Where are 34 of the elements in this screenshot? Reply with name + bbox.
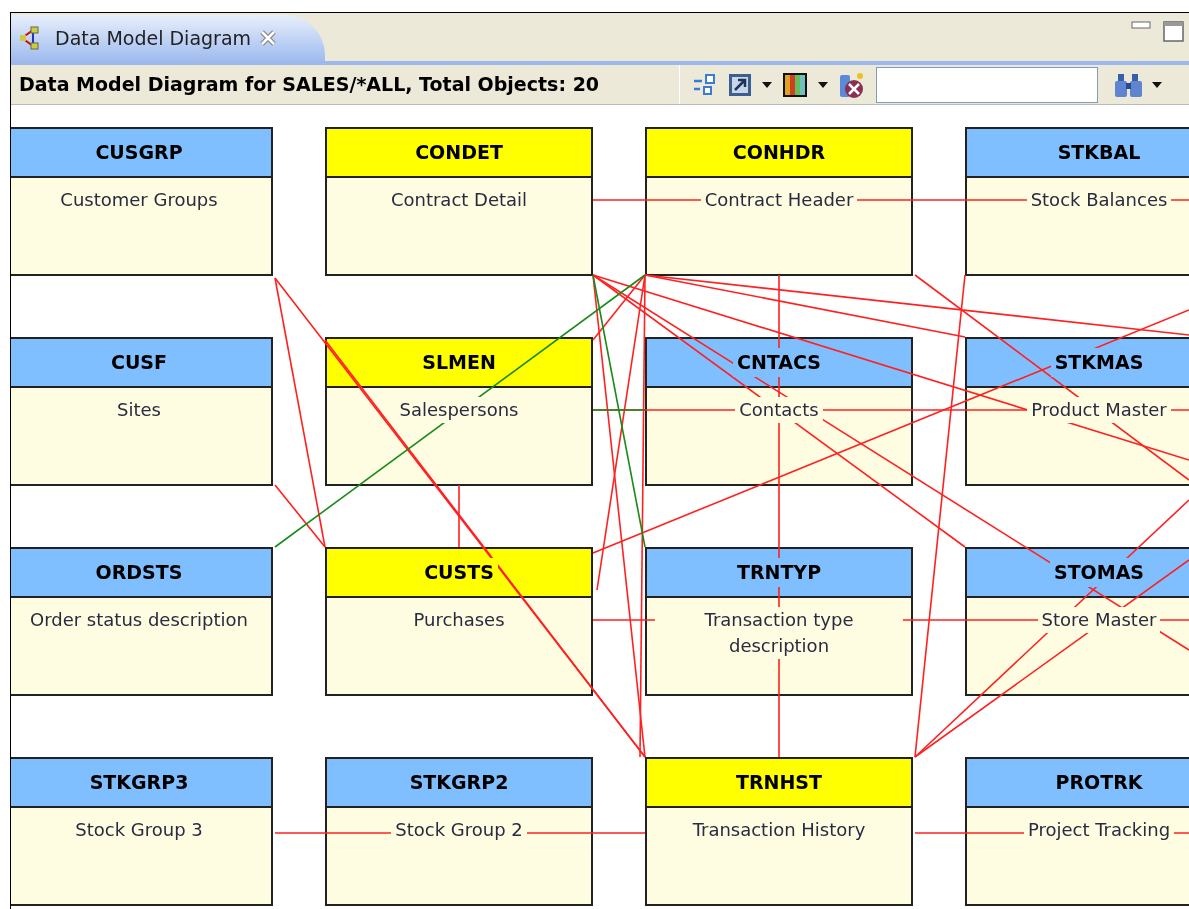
entity-box[interactable]: STKMAS Product Master: [965, 337, 1189, 486]
entity-description: Transaction type description: [655, 607, 903, 659]
entity-box[interactable]: PROTRK Project Tracking: [965, 757, 1189, 906]
entity-box[interactable]: CUSTS Purchases: [325, 547, 593, 696]
entity-description: Product Master: [1027, 397, 1171, 423]
entity-box[interactable]: STKGRP2 Stock Group 2: [325, 757, 593, 906]
entity-box[interactable]: ORDSTS Order status description: [11, 547, 273, 696]
entity-description: Contacts: [735, 397, 823, 423]
color-palette-icon[interactable]: [782, 71, 808, 98]
binoculars-icon[interactable]: [1114, 71, 1144, 98]
entity-box[interactable]: CONDET Contract Detail: [325, 127, 593, 276]
dropdown-caret-icon[interactable]: [762, 81, 772, 88]
maximize-icon[interactable]: [1163, 21, 1185, 43]
diagram-tab[interactable]: Data Model Diagram: [11, 15, 326, 61]
entity-box[interactable]: STKBAL Stock Balances: [965, 127, 1189, 276]
entity-box[interactable]: TRNHST Transaction History: [645, 757, 913, 906]
entity-box[interactable]: CNTACS Contacts: [645, 337, 913, 486]
entity-box[interactable]: CUSF Sites: [11, 337, 273, 486]
entity-box[interactable]: CUSGRP Customer Groups: [11, 127, 273, 276]
entity-box[interactable]: STOMAS Store Master: [965, 547, 1189, 696]
export-icon[interactable]: [728, 72, 752, 97]
entity-description: Store Master: [1037, 607, 1161, 633]
entity-box[interactable]: TRNTYP Transaction type description: [645, 547, 913, 696]
clear-icon[interactable]: [838, 70, 864, 99]
diagram-summary: Data Model Diagram for SALES/*ALL, Total Objects: 20: [18, 72, 601, 98]
dropdown-caret-icon[interactable]: [818, 81, 828, 88]
close-icon[interactable]: [259, 29, 278, 47]
entity-box[interactable]: CONHDR Contract Header: [645, 127, 913, 276]
search-field[interactable]: [876, 66, 1098, 103]
layout-icon[interactable]: [692, 72, 718, 97]
entity-box[interactable]: SLMEN Salespersons: [325, 337, 593, 486]
entity-box[interactable]: STKGRP3 Stock Group 3: [11, 757, 273, 906]
dropdown-caret-icon[interactable]: [1152, 81, 1162, 88]
tab-title: Data Model Diagram: [55, 25, 252, 51]
